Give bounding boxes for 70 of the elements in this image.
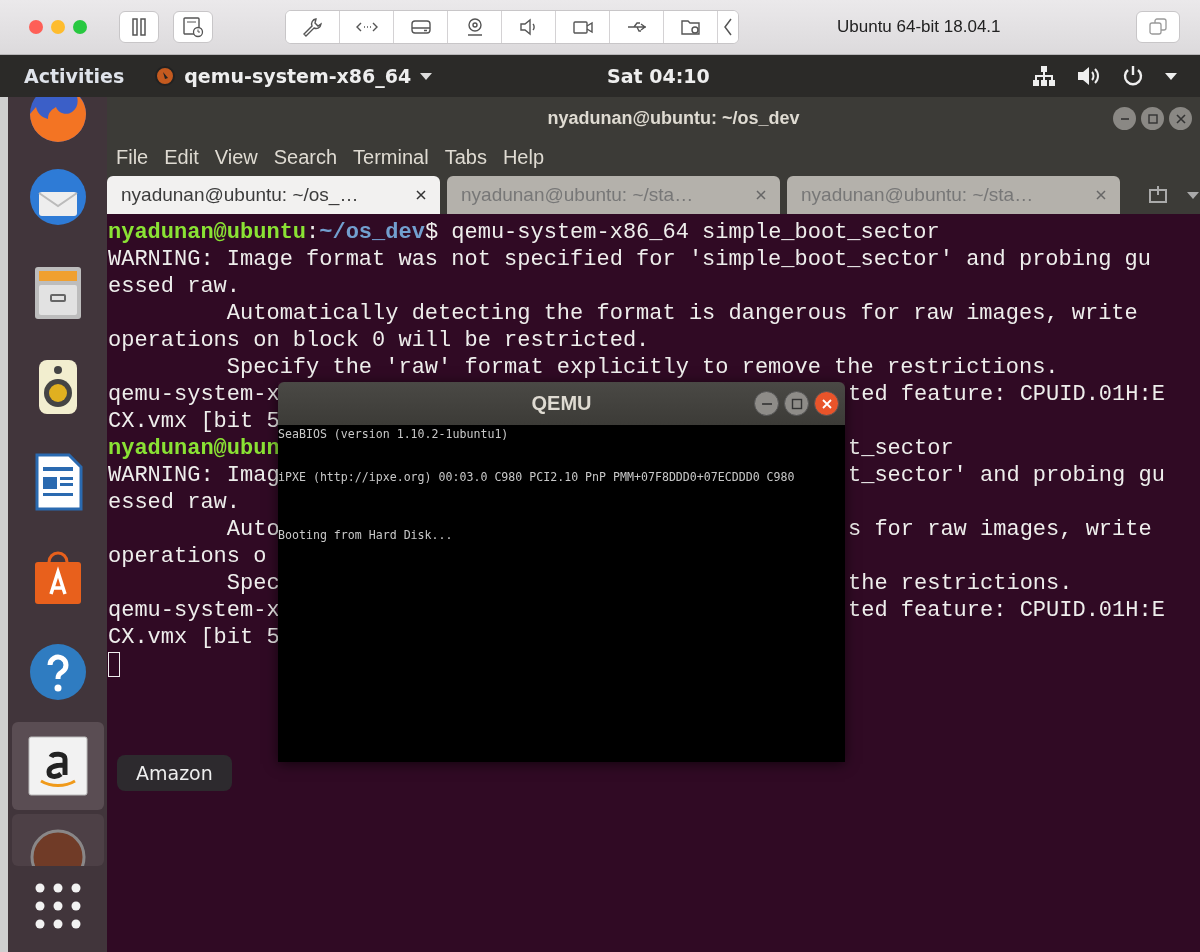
terminal-output: WARNING: Imag xyxy=(108,463,280,488)
app-icon xyxy=(154,65,177,87)
maximize-icon xyxy=(1147,113,1158,124)
qemu-window-title: QEMU xyxy=(531,392,592,415)
terminal-output: qemu-system-x xyxy=(108,598,280,623)
maximize-button[interactable] xyxy=(784,391,809,416)
pause-button[interactable] xyxy=(119,11,159,43)
minimize-button[interactable] xyxy=(1113,107,1136,130)
terminal-output: t_sector xyxy=(848,435,954,462)
terminal-output: operations o xyxy=(108,544,267,569)
terminal-output: Spec xyxy=(225,571,280,596)
terminal-output: CX.vmx [bit 5 xyxy=(108,409,280,434)
terminal-output: essed raw. xyxy=(108,490,241,515)
menu-item[interactable]: View xyxy=(214,145,258,169)
caret-icon xyxy=(419,71,434,81)
prompt-user: nyadunan@ubuntu xyxy=(108,220,307,245)
terminal-output: nyadunan@ubun xyxy=(108,436,280,461)
dock-item[interactable] xyxy=(11,722,104,810)
terminal-output: ted feature: CPUID.01H:E xyxy=(848,597,1165,624)
close-icon xyxy=(1175,113,1186,124)
power-icon[interactable] xyxy=(1122,65,1144,87)
activities-button[interactable]: Activities xyxy=(24,65,125,87)
amazon-a-icon xyxy=(26,735,89,797)
prompt-colon: : xyxy=(306,220,320,245)
close-button[interactable] xyxy=(814,391,839,416)
close-icon xyxy=(820,397,833,410)
menu-item[interactable]: Edit xyxy=(164,145,199,169)
pause-icon xyxy=(131,18,147,36)
maximize-button[interactable] xyxy=(1141,107,1164,130)
terminal-output: Specify the 'raw' format explicitly to remove the restrictions. xyxy=(225,355,1059,380)
new-tab-icon[interactable] xyxy=(1147,184,1169,206)
prompt-path: ~/os_dev xyxy=(319,220,425,245)
text-cursor xyxy=(108,651,120,677)
terminal-output: ted feature: CPUID.01H:E xyxy=(848,381,1165,408)
terminal-tab[interactable]: nyadunan@ubuntu: ~/os_… xyxy=(107,176,440,214)
menu-item[interactable]: Search xyxy=(273,145,338,169)
tooltip: Amazon xyxy=(117,755,232,791)
terminal-output: t_sector' and probing gu xyxy=(848,462,1165,489)
minimize-button[interactable] xyxy=(754,391,779,416)
app-menu[interactable]: qemu-system-x86_64 xyxy=(154,65,434,87)
clock[interactable]: Sat 04:10 xyxy=(607,65,710,87)
window-title: Ubuntu 64-bit 18.04.1 xyxy=(837,17,1001,37)
terminal-output: essed raw. xyxy=(108,274,241,299)
terminal-output: Auto xyxy=(225,517,280,542)
terminal-output: operations on block 0 will be restricted. xyxy=(108,328,650,353)
terminal-title: nyadunan@ubuntu: ~/os_dev xyxy=(547,108,800,129)
menu-item[interactable]: Tabs xyxy=(444,145,487,169)
app-grid-icon xyxy=(34,883,81,929)
menu-item[interactable]: Terminal xyxy=(353,145,429,169)
snapshot-icon xyxy=(182,16,204,38)
terminal-output: the restrictions. xyxy=(848,570,1073,597)
wrench-icon[interactable] xyxy=(286,11,340,43)
menu-item[interactable]: Help xyxy=(502,145,545,169)
command-text: $ qemu-system-x86_64 simple_boot_sector xyxy=(424,220,940,245)
network-icon[interactable] xyxy=(1032,65,1056,87)
close-tab-icon[interactable] xyxy=(416,190,426,200)
snapshot-button[interactable] xyxy=(173,11,213,43)
windows-icon xyxy=(1148,17,1168,37)
caret-icon[interactable] xyxy=(1164,71,1178,81)
maximize-icon xyxy=(790,397,803,410)
menu-item[interactable]: File xyxy=(116,145,149,169)
volume-icon[interactable] xyxy=(1076,65,1102,87)
terminal-output: Automatically detecting the format is dangerous for raw images, write xyxy=(225,301,1138,326)
terminal-output: qemu-system-x xyxy=(108,382,280,407)
boot-message: Booting from Hard Disk... xyxy=(278,528,453,542)
boot-message: iPXE (http://ipxe.org) 00:03.0 C980 PCI2.10 PnP PMM+07F8DDD0+07ECDDD0 C980 xyxy=(278,470,795,484)
terminal-output: WARNING: Image format was not specified for 'simple_boot_sector' and probing gu xyxy=(108,247,1151,272)
boot-message: SeaBIOS (version 1.10.2-1ubuntu1) xyxy=(278,427,509,441)
terminal-output: s for raw images, write xyxy=(848,516,1152,543)
terminal-output: CX.vmx [bit 5 xyxy=(108,625,280,650)
